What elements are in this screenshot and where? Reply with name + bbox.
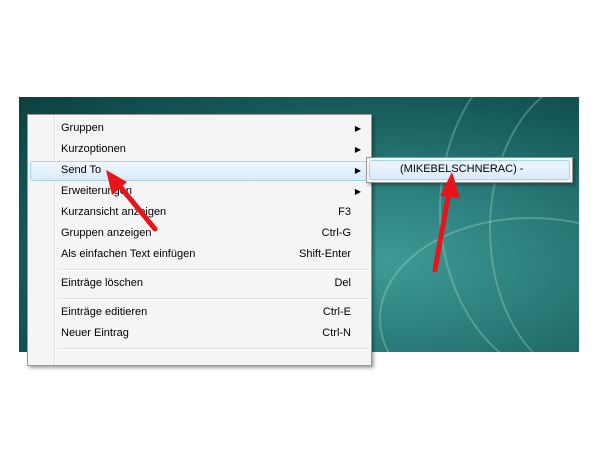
arrow-shaft xyxy=(432,189,452,273)
annotation-arrow-send-to xyxy=(106,170,158,232)
arrow-head xyxy=(440,172,460,198)
annotation-arrow-submenu xyxy=(432,172,460,273)
arrow-shaft xyxy=(115,181,158,232)
annotation-arrows xyxy=(106,170,460,273)
